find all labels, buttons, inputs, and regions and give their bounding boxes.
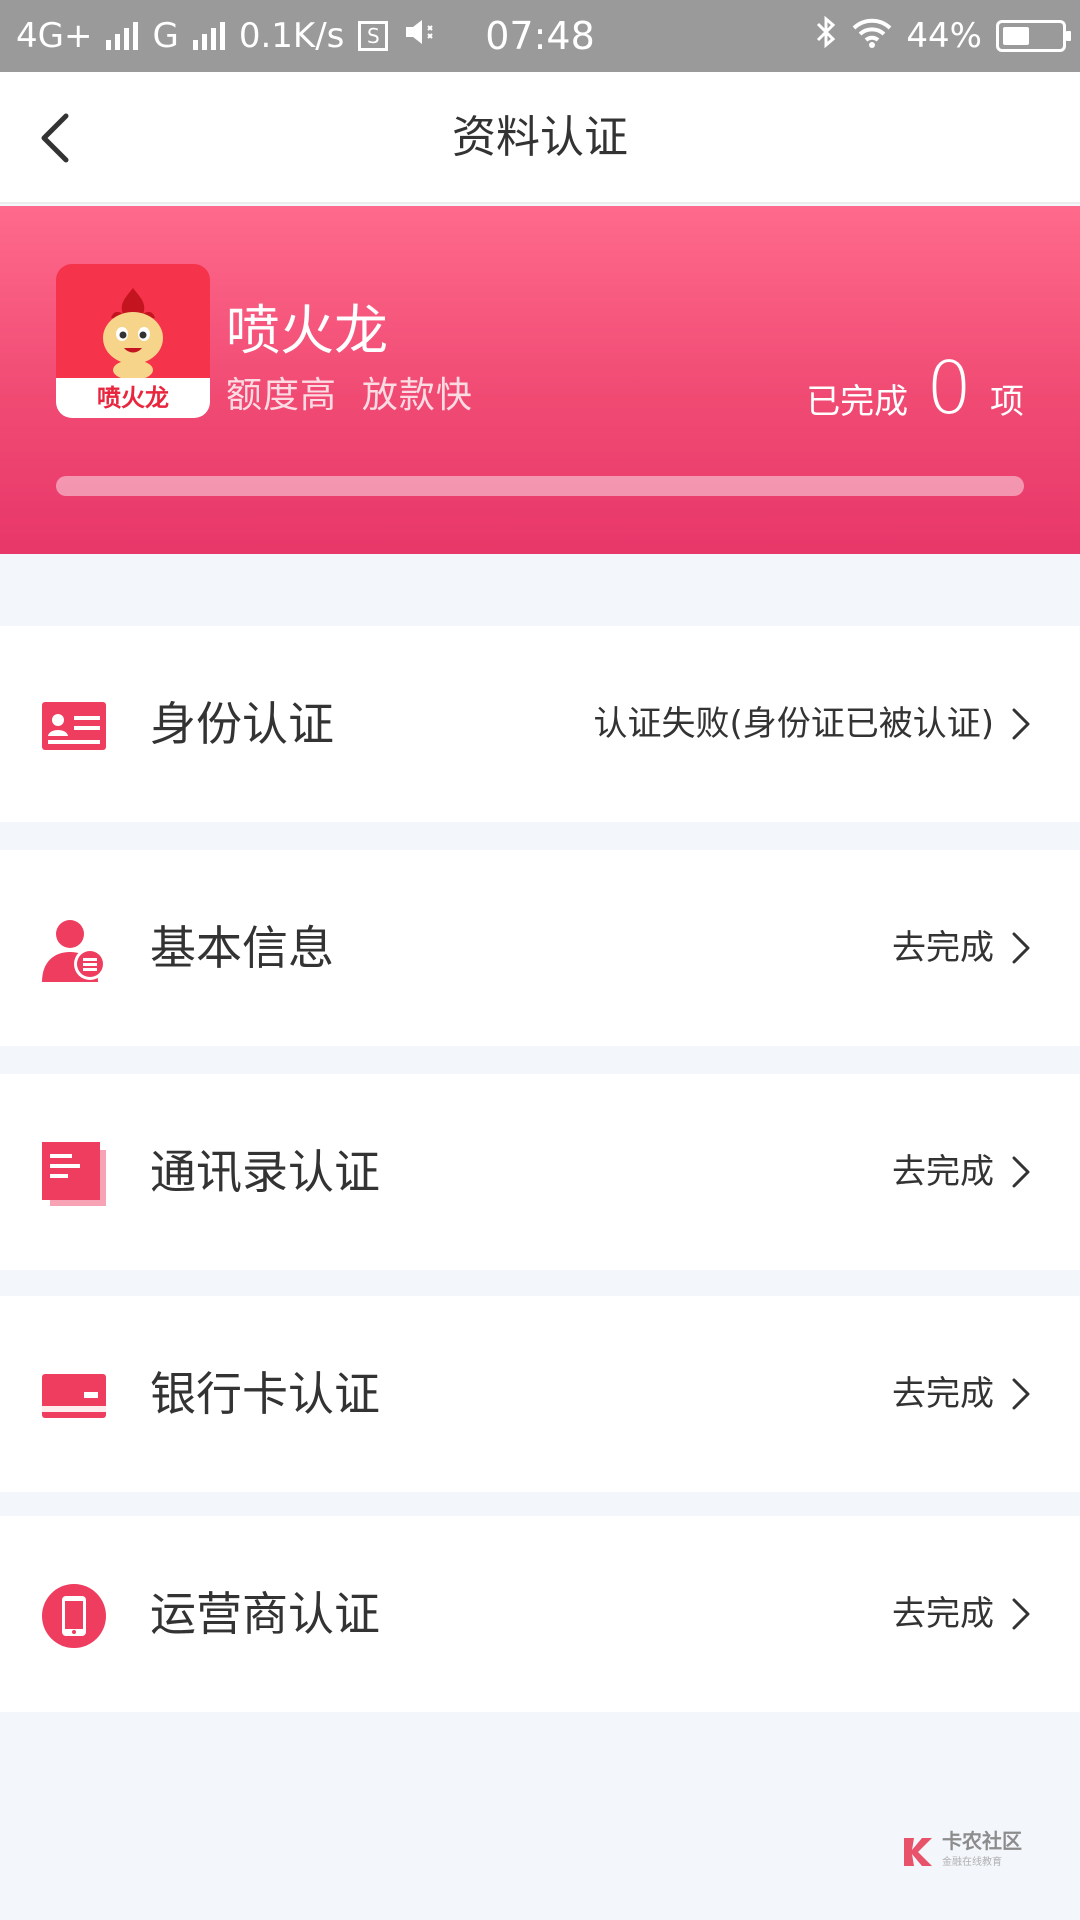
battery-icon	[996, 20, 1071, 52]
user-info-icon	[42, 920, 106, 982]
item-status: 去完成	[892, 1152, 994, 1192]
phone-icon	[42, 1584, 106, 1648]
chevron-right-icon	[1012, 1156, 1030, 1188]
wifi-icon	[852, 16, 892, 57]
watermark-text: 卡农社区 金融在线教育	[942, 1830, 1022, 1874]
watermark-title: 卡农社区	[942, 1829, 1022, 1853]
hero-banner: 喷火龙 喷火龙 额度高 放款快 已完成 0 项	[0, 206, 1080, 554]
dragon-mascot-icon	[103, 288, 163, 380]
list-item-basic-info[interactable]: 基本信息 去完成	[0, 850, 1080, 1046]
item-label: 身份认证	[150, 697, 334, 751]
battery-percent: 44%	[906, 16, 982, 56]
completed-count: 已完成 0 项	[806, 346, 1024, 430]
status-right: 44%	[800, 0, 1071, 72]
bluetooth-icon	[814, 14, 838, 59]
app-logo: 喷火龙	[56, 264, 210, 418]
completed-suffix: 项	[990, 382, 1024, 422]
nav-bar: 资料认证	[0, 72, 1080, 204]
id-card-icon	[42, 702, 106, 750]
logo-text: 喷火龙	[56, 378, 210, 418]
item-status: 认证失败(身份证已被认证)	[593, 704, 994, 744]
list-item-id-verification[interactable]: 身份认证 认证失败(身份证已被认证)	[0, 626, 1080, 822]
bank-card-icon	[42, 1374, 106, 1418]
list-item-carrier[interactable]: 运营商认证 去完成	[0, 1516, 1080, 1712]
chevron-right-icon	[1012, 1378, 1030, 1410]
item-status: 去完成	[892, 1374, 994, 1414]
list-item-bank-card[interactable]: 银行卡认证 去完成	[0, 1296, 1080, 1492]
chevron-right-icon	[1012, 1598, 1030, 1630]
contacts-book-icon	[42, 1142, 106, 1206]
item-status: 去完成	[892, 928, 994, 968]
status-bar: 4G+ G 0.1K/s S 07:48 44%	[0, 0, 1080, 72]
app-slogan: 额度高 放款快	[226, 375, 473, 416]
kanong-logo-icon	[904, 1838, 932, 1866]
watermark: 卡农社区 金融在线教育	[900, 1830, 1022, 1874]
item-label: 运营商认证	[150, 1587, 380, 1641]
item-status: 去完成	[892, 1594, 994, 1634]
item-label: 通讯录认证	[150, 1145, 380, 1199]
page-title: 资料认证	[452, 112, 628, 163]
watermark-sub: 金融在线教育	[942, 1857, 1002, 1868]
list-item-contacts[interactable]: 通讯录认证 去完成	[0, 1074, 1080, 1270]
chevron-right-icon	[1012, 932, 1030, 964]
progress-bar	[56, 476, 1024, 496]
chevron-right-icon	[1012, 708, 1030, 740]
item-label: 银行卡认证	[150, 1367, 380, 1421]
completed-prefix: 已完成	[806, 382, 909, 422]
app-name: 喷火龙	[226, 299, 388, 362]
completed-number: 0	[926, 346, 972, 430]
item-label: 基本信息	[150, 921, 334, 975]
